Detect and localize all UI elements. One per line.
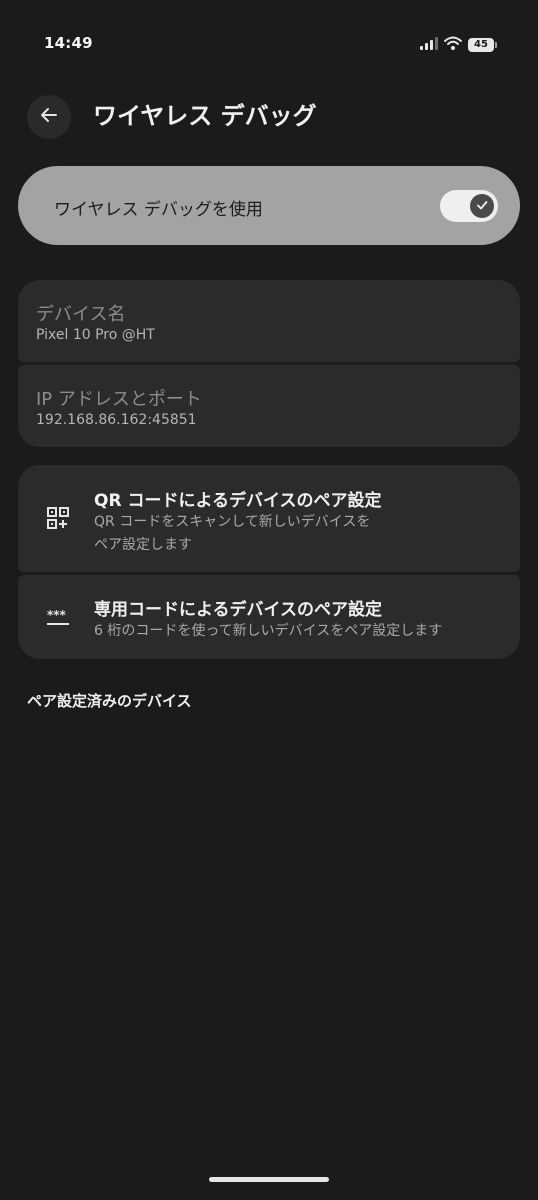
qr-code-icon <box>45 505 71 531</box>
device-name-value: Pixel 10 Pro @HT <box>36 327 155 343</box>
home-indicator[interactable] <box>209 1177 329 1182</box>
code-option-description: 6 桁のコードを使って新しいデバイスをペア設定します <box>94 623 443 639</box>
ip-address-title: IP アドレスとポート <box>36 389 202 410</box>
paired-devices-header: ペア設定済みのデバイス <box>27 692 192 710</box>
qr-option-description: QR コードをスキャンして新しいデバイスを ペア設定します <box>94 511 494 557</box>
code-option-title: 専用コードによるデバイスのペア設定 <box>94 600 382 620</box>
page-title: ワイヤレス デバッグ <box>93 102 317 130</box>
toggle-label: ワイヤレス デバッグを使用 <box>54 200 263 220</box>
wireless-debugging-toggle-row[interactable]: ワイヤレス デバッグを使用 <box>18 166 520 245</box>
status-bar: 14:49 45 <box>0 0 538 80</box>
check-icon <box>475 197 489 216</box>
qr-option-title: QR コードによるデバイスのペア設定 <box>94 491 382 511</box>
status-time: 14:49 <box>44 34 93 52</box>
pin-code-icon: *** <box>45 605 71 631</box>
status-icons: 45 <box>420 35 497 54</box>
battery-indicator: 45 <box>468 37 497 52</box>
back-button[interactable] <box>27 95 71 139</box>
wifi-icon <box>444 35 462 54</box>
pair-with-code-option[interactable]: *** 専用コードによるデバイスのペア設定 6 桁のコードを使って新しいデバイス… <box>18 575 520 659</box>
svg-text:***: *** <box>47 608 67 622</box>
pair-with-qr-code-option[interactable]: QR コードによるデバイスのペア設定 QR コードをスキャンして新しいデバイスを… <box>18 465 520 572</box>
device-name-title: デバイス名 <box>36 304 126 325</box>
ip-address-row[interactable]: IP アドレスとポート 192.168.86.162:45851 <box>18 365 520 447</box>
qr-desc-line-1: QR コードをスキャンして新しいデバイスを <box>94 514 371 530</box>
device-name-row[interactable]: デバイス名 Pixel 10 Pro @HT <box>18 280 520 362</box>
ip-address-value: 192.168.86.162:45851 <box>36 412 197 428</box>
signal-icon <box>420 35 438 54</box>
toggle-switch[interactable] <box>440 190 498 222</box>
toggle-thumb <box>470 194 494 218</box>
arrow-back-icon <box>39 105 59 129</box>
qr-desc-line-2: ペア設定します <box>94 537 192 553</box>
